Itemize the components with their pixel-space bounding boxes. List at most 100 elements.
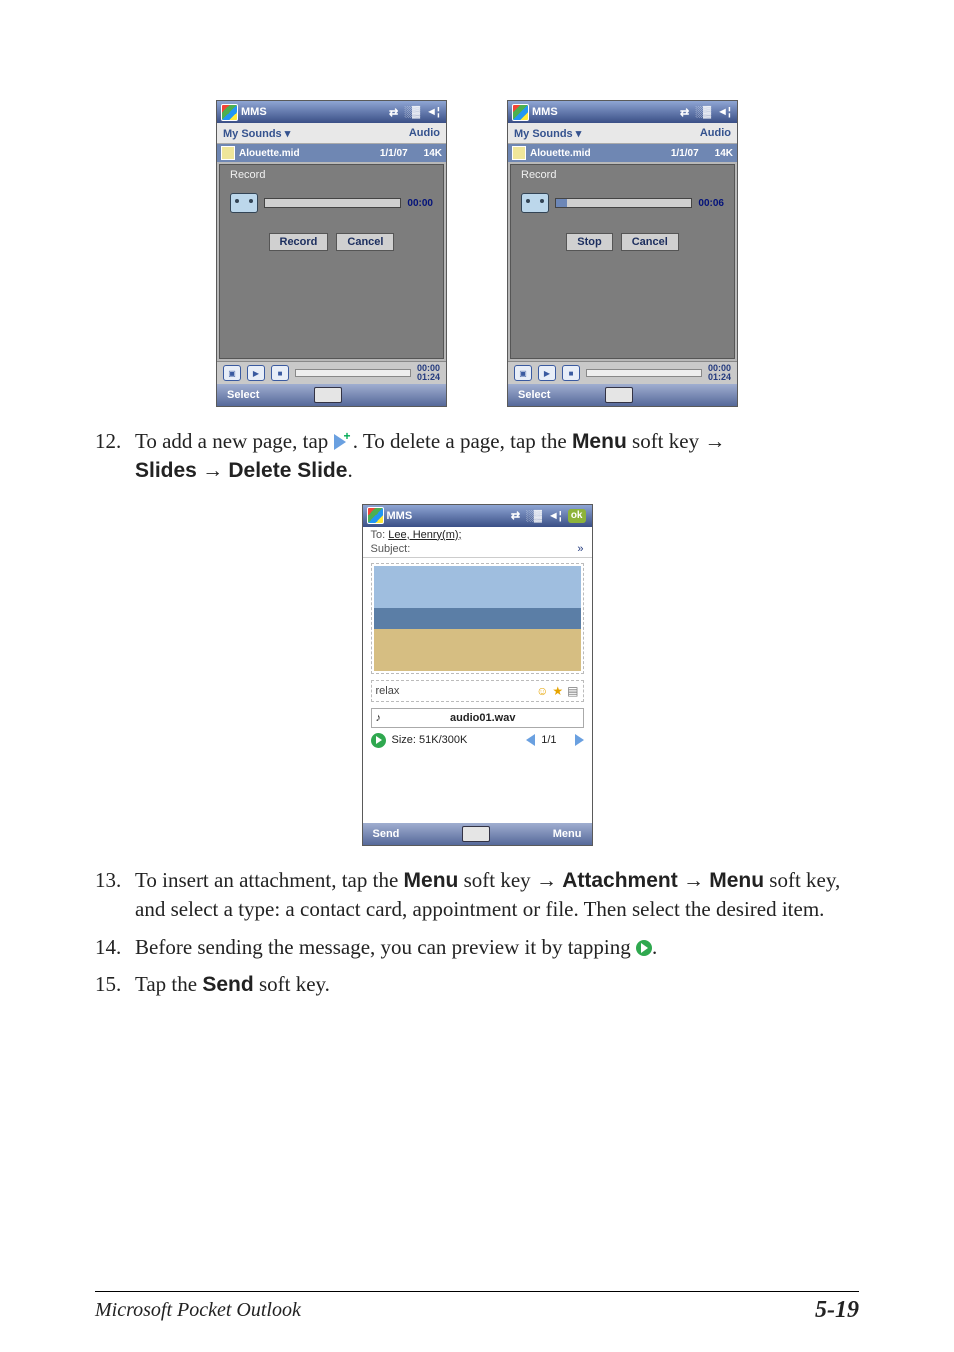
step-number: 14. bbox=[95, 933, 135, 962]
mms-icon[interactable]: ▣ bbox=[223, 365, 241, 381]
player-slider[interactable] bbox=[295, 369, 411, 377]
cancel-button[interactable]: Cancel bbox=[336, 233, 394, 251]
file-row[interactable]: Alouette.mid 1/1/07 14K bbox=[508, 144, 737, 162]
status-bar: Size: 51K/300K 1/1 bbox=[363, 731, 592, 750]
arrow-icon: → bbox=[202, 459, 223, 482]
step-14: 14. Before sending the message, you can … bbox=[95, 933, 859, 962]
arrow-icon: → bbox=[683, 869, 704, 892]
file-date: 1/1/07 bbox=[380, 148, 408, 159]
keyboard-icon[interactable] bbox=[605, 387, 633, 403]
speaker-icon: ◄¦ bbox=[717, 106, 731, 118]
category-dropdown[interactable]: My Sounds ▾ bbox=[223, 127, 290, 140]
mms-icon[interactable]: ▣ bbox=[514, 365, 532, 381]
player-bar: ▣ ▶ ■ 00:00 01:24 bbox=[217, 361, 446, 384]
phone-compose: MMS ⇄ ░▓ ◄¦ ok To: Lee, Henry(m); Subjec… bbox=[362, 504, 593, 846]
phone-record-running: MMS ⇄ ░▓ ◄¦ My Sounds ▾ Audio Alouette.m… bbox=[507, 100, 738, 407]
stop-icon[interactable]: ■ bbox=[562, 365, 580, 381]
file-row[interactable]: Alouette.mid 1/1/07 14K bbox=[217, 144, 446, 162]
keyboard-icon[interactable] bbox=[314, 387, 342, 403]
softkey-bar: Send Menu bbox=[363, 823, 592, 845]
status-icons: ⇄ ░▓ ◄¦ bbox=[680, 106, 737, 119]
music-note-icon bbox=[512, 146, 526, 160]
footer-title: Microsoft Pocket Outlook bbox=[95, 1299, 301, 1322]
softkey-send[interactable]: Send bbox=[373, 828, 400, 840]
signal-icon: ░▓ bbox=[404, 106, 420, 118]
attachment-label: Attachment bbox=[562, 869, 678, 892]
record-time: 00:00 bbox=[407, 198, 433, 209]
step12-text-a: To add a new page, tap bbox=[135, 429, 334, 453]
smiley-icon[interactable]: ☺ bbox=[536, 684, 548, 698]
play-icon[interactable]: ▶ bbox=[538, 365, 556, 381]
compose-body: To: Lee, Henry(m); Subject: » relax ☺ ★ … bbox=[363, 527, 592, 823]
stop-icon[interactable]: ■ bbox=[271, 365, 289, 381]
app-title: MMS bbox=[241, 106, 267, 118]
keyboard-icon[interactable] bbox=[462, 826, 490, 842]
page-indicator: 1/1 bbox=[541, 734, 556, 746]
favorite-icon[interactable]: ★ bbox=[552, 684, 563, 698]
audio-slot[interactable]: ♪ audio01.wav bbox=[371, 708, 584, 728]
stop-button[interactable]: Stop bbox=[566, 233, 612, 251]
text-content: relax bbox=[376, 685, 400, 697]
category-bar: My Sounds ▾ Audio bbox=[217, 123, 446, 144]
play-icon[interactable]: ▶ bbox=[247, 365, 265, 381]
new-page-icon[interactable] bbox=[575, 734, 584, 746]
cancel-button[interactable]: Cancel bbox=[621, 233, 679, 251]
player-slider[interactable] bbox=[586, 369, 702, 377]
to-field[interactable]: To: Lee, Henry(m); bbox=[363, 527, 592, 542]
step12-text-c: soft key bbox=[632, 429, 704, 453]
cassette-icon bbox=[230, 193, 258, 213]
speaker-icon: ◄¦ bbox=[426, 106, 440, 118]
start-icon[interactable] bbox=[221, 104, 238, 121]
menu-label: Menu bbox=[572, 430, 627, 453]
softkey-menu[interactable]: Menu bbox=[553, 828, 582, 840]
menu-label: Menu bbox=[404, 869, 459, 892]
file-name: Alouette.mid bbox=[530, 148, 591, 159]
start-icon[interactable] bbox=[367, 507, 384, 524]
prev-page-icon[interactable] bbox=[526, 734, 535, 746]
slides-label: Slides bbox=[135, 459, 197, 482]
softkey-bar: Select bbox=[217, 384, 446, 406]
subject-field[interactable]: Subject: » bbox=[363, 542, 592, 558]
step-12: 12. To add a new page, tap . To delete a… bbox=[95, 427, 859, 486]
image-slot[interactable] bbox=[371, 563, 584, 674]
phone-record-idle: MMS ⇄ ░▓ ◄¦ My Sounds ▾ Audio Alouette.m… bbox=[216, 100, 447, 407]
image-preview bbox=[374, 566, 581, 671]
record-progress bbox=[264, 198, 401, 208]
softkey-select[interactable]: Select bbox=[227, 389, 259, 401]
category-right: Audio bbox=[409, 127, 440, 139]
step13-text-a: To insert an attachment, tap the bbox=[135, 868, 404, 892]
category-dropdown[interactable]: My Sounds ▾ bbox=[514, 127, 581, 140]
step15-text-a: Tap the bbox=[135, 972, 202, 996]
to-value: Lee, Henry(m); bbox=[388, 529, 461, 541]
sync-icon: ⇄ bbox=[680, 106, 689, 119]
send-label: Send bbox=[202, 973, 253, 996]
start-icon[interactable] bbox=[512, 104, 529, 121]
chevron-down-icon: ▾ bbox=[285, 128, 291, 140]
signal-icon: ░▓ bbox=[695, 106, 711, 118]
expand-icon[interactable]: » bbox=[577, 543, 583, 555]
step-number: 13. bbox=[95, 866, 135, 925]
record-phones-row: MMS ⇄ ░▓ ◄¦ My Sounds ▾ Audio Alouette.m… bbox=[95, 100, 859, 407]
to-label: To: bbox=[371, 529, 386, 541]
footer-rule bbox=[95, 1291, 859, 1292]
player-bar: ▣ ▶ ■ 00:00 01:24 bbox=[508, 361, 737, 384]
preview-play-icon[interactable] bbox=[371, 733, 386, 748]
softkey-bar: Select bbox=[508, 384, 737, 406]
panel-title: Record bbox=[230, 169, 433, 181]
title-bar: MMS ⇄ ░▓ ◄¦ bbox=[217, 101, 446, 123]
step15-text-b: soft key. bbox=[259, 972, 330, 996]
step-number: 12. bbox=[95, 427, 135, 486]
file-name: Alouette.mid bbox=[239, 148, 300, 159]
record-button[interactable]: Record bbox=[269, 233, 329, 251]
panel-title: Record bbox=[521, 169, 724, 181]
card-icon[interactable]: ▤ bbox=[567, 684, 578, 698]
footer-page-number: 5-19 bbox=[815, 1297, 859, 1324]
record-progress bbox=[555, 198, 692, 208]
record-time: 00:06 bbox=[698, 198, 724, 209]
signal-icon: ░▓ bbox=[526, 510, 542, 522]
file-date: 1/1/07 bbox=[671, 148, 699, 159]
ok-button[interactable]: ok bbox=[568, 509, 586, 523]
text-slot[interactable]: relax ☺ ★ ▤ bbox=[371, 680, 584, 702]
softkey-select[interactable]: Select bbox=[518, 389, 550, 401]
file-size: 14K bbox=[715, 148, 733, 159]
